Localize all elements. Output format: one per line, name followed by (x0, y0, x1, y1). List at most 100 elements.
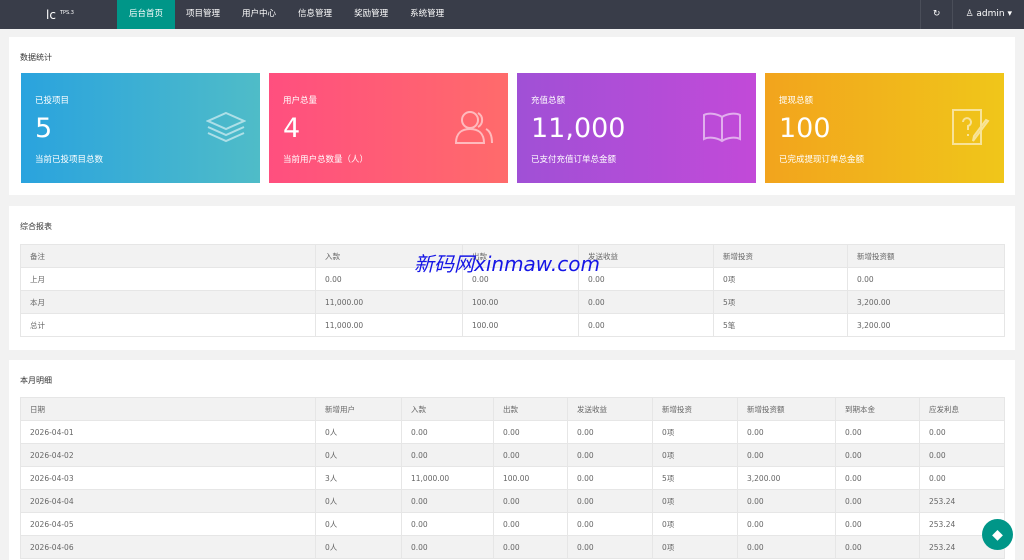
leaf-icon: ◆ (992, 527, 1003, 543)
column-header: 出款 (494, 398, 568, 421)
column-header: 新增投资 (714, 245, 848, 268)
stat-value: 11,000 (531, 113, 625, 144)
table-cell: 0.00 (738, 513, 836, 536)
column-header: 应发利息 (920, 398, 1005, 421)
table-cell: 0.00 (568, 467, 653, 490)
table-cell: 0项 (714, 268, 848, 291)
table-cell: 2026-04-02 (21, 444, 316, 467)
table-cell: 0.00 (402, 536, 494, 559)
nav-item[interactable]: 信息管理 (287, 0, 343, 29)
stat-card-invested-projects: 已投项目 5 当前已投项目总数 (21, 73, 260, 183)
table-cell: 3,200.00 (848, 314, 1005, 337)
stat-label: 已投项目 (35, 94, 69, 106)
main-nav: 后台首页项目管理用户中心信息管理奖励管理系统管理 (117, 0, 455, 29)
table-row: 2026-04-060人0.000.000.000项0.000.00253.24 (21, 536, 1005, 559)
table-cell: 0.00 (568, 490, 653, 513)
table-cell: 0人 (316, 444, 402, 467)
table-cell: 2026-04-01 (21, 421, 316, 444)
table-row: 2026-04-020人0.000.000.000项0.000.000.00 (21, 444, 1005, 467)
table-cell: 0.00 (494, 513, 568, 536)
table-row: 2026-04-033人11,000.00100.000.005项3,200.0… (21, 467, 1005, 490)
table-cell: 上月 (21, 268, 316, 291)
stat-card-total-users: 用户总量4当前用户总数量（人） (269, 73, 508, 183)
table-cell: 2026-04-04 (21, 490, 316, 513)
table-cell: 0项 (653, 513, 738, 536)
panel-title: 本月明细 (20, 375, 52, 386)
table-cell: 0.00 (402, 490, 494, 513)
table-cell: 0.00 (579, 291, 714, 314)
nav-item[interactable]: 奖励管理 (343, 0, 399, 29)
table-cell: 0.00 (738, 444, 836, 467)
stat-value: 5 (35, 113, 52, 144)
table-cell: 总计 (21, 314, 316, 337)
stat-desc: 当前已投项目总数 (35, 153, 103, 165)
nav-item[interactable]: 用户中心 (231, 0, 287, 29)
table-cell: 5项 (653, 467, 738, 490)
table-cell: 0人 (316, 536, 402, 559)
table-cell: 0项 (653, 421, 738, 444)
table-cell: 0.00 (836, 536, 920, 559)
column-header: 入款 (402, 398, 494, 421)
table-cell: 0.00 (738, 536, 836, 559)
table-cell: 0.00 (836, 513, 920, 536)
report-panel: 综合报表 备注入款出款发送收益新增投资新增投资额上月0.000.000.000项… (9, 206, 1015, 350)
version: TPS.3 (60, 10, 74, 16)
table-cell: 11,000.00 (316, 291, 463, 314)
table-cell: 3人 (316, 467, 402, 490)
stat-card-total-withdraw: 提现总额100已完成提现订单总金额 (765, 73, 1004, 183)
panel-title: 数据统计 (20, 52, 52, 63)
table-cell: 0.00 (836, 444, 920, 467)
table-cell: 5项 (714, 291, 848, 314)
column-header: 新增投资额 (848, 245, 1005, 268)
table-cell: 11,000.00 (402, 467, 494, 490)
logo-text: lc (46, 8, 56, 22)
table-cell: 3,200.00 (848, 291, 1005, 314)
stat-label: 提现总额 (779, 94, 813, 106)
table-cell: 0.00 (494, 536, 568, 559)
table-cell: 100.00 (463, 314, 579, 337)
column-header: 到期本金 (836, 398, 920, 421)
table-row: 总计11,000.00100.000.005笔3,200.00 (21, 314, 1005, 337)
nav-item[interactable]: 项目管理 (175, 0, 231, 29)
table-cell: 0.00 (568, 421, 653, 444)
table-cell: 0.00 (402, 444, 494, 467)
stats-panel: 数据统计 已投项目 5 当前已投项目总数 用户总量4当前用户总数量（人） 充值总额 11,… (9, 37, 1015, 195)
table-cell: 0.00 (568, 513, 653, 536)
refresh-button[interactable]: ↻ (920, 0, 953, 29)
stat-value: 4 (283, 113, 300, 144)
table-cell: 0.00 (836, 421, 920, 444)
floating-action-button[interactable]: ◆ (982, 519, 1013, 550)
table-cell: 100.00 (463, 291, 579, 314)
nav-item[interactable]: 系统管理 (399, 0, 455, 29)
column-header: 新增投资额 (738, 398, 836, 421)
stat-label: 充值总额 (531, 94, 565, 106)
nav-item[interactable]: 后台首页 (117, 0, 175, 29)
chevron-down-icon: ▾ (1007, 9, 1012, 19)
table-cell: 0.00 (920, 467, 1005, 490)
top-bar: lc TPS.3 后台首页项目管理用户中心信息管理奖励管理系统管理 ↻ ♙ adm… (0, 0, 1024, 29)
table-cell: 0.00 (494, 444, 568, 467)
monthly-table: 日期新增用户入款出款发送收益新增投资新增投资额到期本金应发利息2026-04-0… (20, 397, 1005, 559)
user-icon: ♙ (965, 9, 973, 19)
table-cell: 0.00 (568, 536, 653, 559)
table-row: 2026-04-040人0.000.000.000项0.000.00253.24 (21, 490, 1005, 513)
table-cell: 0.00 (579, 314, 714, 337)
column-header: 新增用户 (316, 398, 402, 421)
table-cell: 11,000.00 (316, 314, 463, 337)
stat-card-total-recharge: 充值总额11,000已支付充值订单总金额 (517, 73, 756, 183)
username: admin (976, 9, 1004, 19)
table-cell: 本月 (21, 291, 316, 314)
logo: lc TPS.3 (0, 8, 117, 22)
watermark: 新码网xinmaw.com (414, 248, 600, 277)
table-cell: 0.00 (920, 444, 1005, 467)
table-cell: 0.00 (494, 490, 568, 513)
table-cell: 2026-04-06 (21, 536, 316, 559)
user-menu[interactable]: ♙ admin ▾ (952, 0, 1024, 29)
table-cell: 0项 (653, 536, 738, 559)
table-cell: 0项 (653, 444, 738, 467)
table-cell: 3,200.00 (738, 467, 836, 490)
table-cell: 5笔 (714, 314, 848, 337)
table-cell: 0.00 (494, 421, 568, 444)
table-cell: 0人 (316, 513, 402, 536)
table-cell: 100.00 (494, 467, 568, 490)
